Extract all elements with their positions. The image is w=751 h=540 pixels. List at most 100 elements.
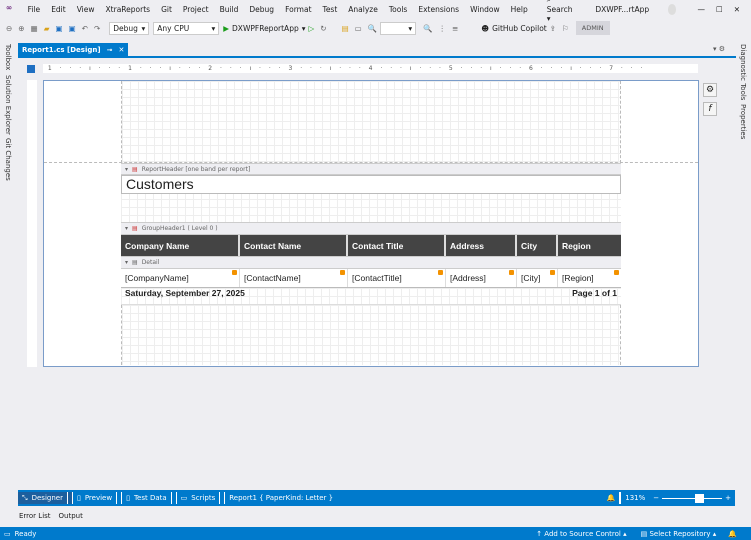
close-button[interactable]: ✕ <box>734 5 740 14</box>
bottom-margin-band[interactable] <box>121 305 621 365</box>
detail-band-strip[interactable]: ▾ ▤ Detail <box>121 256 621 269</box>
tab-designer[interactable]: ⤡ Designer <box>18 492 73 504</box>
add-source-control-button[interactable]: ↑ Add to Source Control ▴ <box>536 530 626 538</box>
column-header[interactable]: Region <box>558 235 621 256</box>
zoom-in-icon[interactable]: 🔍 <box>368 24 377 33</box>
zoom-dropdown[interactable]: ▾ <box>380 21 417 35</box>
menu-format[interactable]: Format <box>285 5 311 14</box>
field-cell[interactable]: [City] <box>517 269 558 287</box>
maximize-button[interactable]: ☐ <box>716 5 723 14</box>
undo-icon[interactable]: ↶ <box>82 24 88 33</box>
report-header-band[interactable]: Customers <box>121 175 621 222</box>
table-detail-row[interactable]: [CompanyName] [ContactName] [ContactTitl… <box>121 269 621 288</box>
field-cell[interactable]: [ContactTitle] <box>348 269 446 287</box>
align-right-icon[interactable]: ≡ <box>452 24 458 33</box>
column-header[interactable]: Contact Title <box>348 235 446 256</box>
feedback-icon[interactable]: ⚐ <box>562 24 569 33</box>
open-icon[interactable]: ▰ <box>44 24 50 33</box>
menu-git[interactable]: Git <box>161 5 172 14</box>
date-label[interactable]: Saturday, September 27, 2025 <box>125 288 245 304</box>
menu-test[interactable]: Test <box>323 5 338 14</box>
notification-icon[interactable]: 🔔 <box>728 530 737 538</box>
account-avatar[interactable] <box>668 3 677 15</box>
smart-tag-icon[interactable] <box>509 270 514 275</box>
field-cell[interactable]: [Address] <box>446 269 517 287</box>
top-margin-band[interactable] <box>121 81 621 163</box>
hot-reload-icon[interactable]: ↻ <box>320 24 326 33</box>
expressions-function-icon[interactable]: f <box>703 102 717 116</box>
zoom-slider-thumb[interactable] <box>694 493 704 503</box>
configuration-dropdown[interactable]: Debug ▾ <box>109 21 150 35</box>
report-title-label[interactable]: Customers <box>121 175 621 194</box>
copilot-button[interactable]: ☻ GitHub Copilot <box>481 24 547 33</box>
tab-scripts[interactable]: ▭ Scripts <box>177 492 226 504</box>
menu-analyze[interactable]: Analyze <box>348 5 378 14</box>
field-cell[interactable]: [CompanyName] <box>121 269 240 287</box>
report-header-band-strip[interactable]: ▾ ▤ ReportHeader [one band per report] <box>121 163 621 175</box>
back-icon[interactable]: ⊖ <box>6 24 12 33</box>
output-tab[interactable]: Output <box>59 512 83 520</box>
save-all-icon[interactable]: ▣ <box>69 24 76 33</box>
menu-project[interactable]: Project <box>183 5 209 14</box>
browser-link-icon[interactable]: ▤ <box>342 24 349 33</box>
menu-extensions[interactable]: Extensions <box>418 5 459 14</box>
redo-icon[interactable]: ↷ <box>94 24 100 33</box>
share-icon[interactable]: ⇪ <box>550 24 556 33</box>
smart-tag-icon[interactable] <box>232 270 237 275</box>
page-footer-band[interactable]: Saturday, September 27, 2025 Page 1 of 1 <box>121 288 621 305</box>
report-info: Report1 { PaperKind: Letter } <box>229 494 334 502</box>
error-list-tab[interactable]: Error List <box>19 512 51 520</box>
menu-help[interactable]: Help <box>511 5 528 14</box>
admin-badge[interactable]: ADMIN <box>575 21 610 35</box>
save-icon[interactable]: ▣ <box>55 24 62 33</box>
column-header[interactable]: Contact Name <box>240 235 348 256</box>
field-cell[interactable]: [ContactName] <box>240 269 348 287</box>
ruler-corner-icon[interactable] <box>27 65 35 73</box>
toolbar: ⊖ ⊕ ▦ ▰ ▣ ▣ ↶ ↷ Debug ▾ Any CPU ▾ ▶ DXWPFRe… <box>0 18 751 38</box>
platform-dropdown[interactable]: Any CPU ▾ <box>153 21 220 35</box>
forward-icon[interactable]: ⊕ <box>18 24 24 33</box>
smart-tag-icon[interactable] <box>550 270 555 275</box>
start-button[interactable]: ▶ DXWPFReportApp ▾ <box>223 24 305 33</box>
smart-tag-icon[interactable] <box>438 270 443 275</box>
menu-xtrareports[interactable]: XtraReports <box>106 5 151 14</box>
menu-debug[interactable]: Debug <box>249 5 274 14</box>
menu-build[interactable]: Build <box>220 5 239 14</box>
zoom-out-icon[interactable]: 🔍 <box>423 24 432 33</box>
start-without-debugging-icon[interactable]: ▷ <box>308 24 314 33</box>
report-settings-gear-icon[interactable]: ⚙ <box>703 83 717 97</box>
doc-tab-report1-design[interactable]: Report1.cs [Design] ⊸ ✕ <box>18 43 129 56</box>
menu-view[interactable]: View <box>77 5 95 14</box>
menu-file[interactable]: File <box>28 5 41 14</box>
table-header-row[interactable]: Company Name Contact Name Contact Title … <box>121 235 621 256</box>
minimize-button[interactable]: — <box>697 5 705 14</box>
left-tab-toolbox[interactable]: Toolbox <box>4 44 12 70</box>
left-tab-git-changes[interactable]: Git Changes <box>4 138 12 181</box>
group-header-band-strip[interactable]: ▾ ▤ GroupHeader1 ( Level 0 ) <box>121 222 621 235</box>
left-tab-solution-explorer[interactable]: Solution Explorer <box>4 75 12 135</box>
menu-tools[interactable]: Tools <box>389 5 407 14</box>
device-icon[interactable]: ▭ <box>355 24 362 33</box>
tab-options-icon[interactable]: ▾ ⚙ <box>713 45 725 53</box>
new-project-icon[interactable]: ▦ <box>31 24 38 33</box>
notifications-bell-icon[interactable]: 🔔 <box>603 492 621 504</box>
report-design-surface[interactable]: ▾ ▤ ReportHeader [one band per report] Cu… <box>43 80 699 367</box>
field-cell[interactable]: [Region] <box>558 269 621 287</box>
page-info-label[interactable]: Page 1 of 1 <box>572 288 617 304</box>
zoom-slider[interactable]: − + <box>649 492 735 504</box>
right-tab-diagnostic-tools[interactable]: Diagnostic Tools <box>739 44 747 100</box>
pin-icon[interactable]: ⊸ <box>107 46 113 54</box>
close-tab-icon[interactable]: ✕ <box>118 46 124 54</box>
align-icon[interactable]: ⋮ <box>438 24 446 33</box>
smart-tag-icon[interactable] <box>340 270 345 275</box>
tab-preview[interactable]: ▯ Preview <box>73 492 123 504</box>
select-repository-button[interactable]: ▤ Select Repository ▴ <box>641 530 717 538</box>
column-header[interactable]: Company Name <box>121 235 240 256</box>
menu-edit[interactable]: Edit <box>51 5 66 14</box>
column-header[interactable]: City <box>517 235 558 256</box>
smart-tag-icon[interactable] <box>614 270 619 275</box>
tab-test-data[interactable]: ▯ Test Data <box>122 492 177 504</box>
menu-window[interactable]: Window <box>470 5 500 14</box>
column-header[interactable]: Address <box>446 235 517 256</box>
right-tab-properties[interactable]: Properties <box>739 104 747 139</box>
